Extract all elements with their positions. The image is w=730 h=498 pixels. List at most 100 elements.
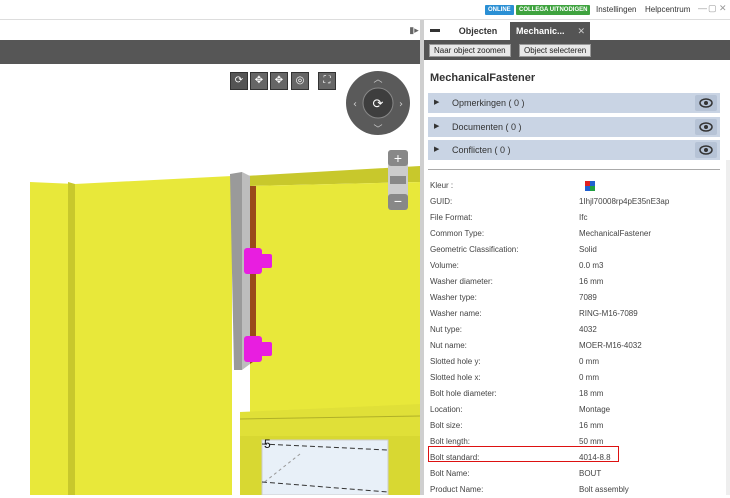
property-key: Geometric Classification: [430, 245, 519, 254]
expand-icon: ▶ [434, 123, 440, 130]
property-value: Montage [579, 405, 611, 414]
navigation-wheel[interactable]: ⟳ ︿ ﹀ ‹ › [345, 70, 411, 136]
properties-panel: ▬ Objecten Mechanic... ✕ Naar object zoom… [420, 20, 730, 495]
zoom-handle[interactable] [390, 176, 406, 184]
property-row: Slotted hole x: 0 mm [430, 370, 720, 386]
move-tool-icon[interactable]: ✥ [270, 72, 288, 90]
svg-text:⟳: ⟳ [373, 97, 384, 112]
zoom-slider[interactable]: + − [388, 150, 408, 210]
property-value: 1Ihjl70008rp4pE35nE3ap [579, 197, 670, 206]
property-row: Common Type: MechanicalFastener [430, 226, 720, 242]
panel-title: MechanicalFastener [430, 72, 536, 84]
eye-icon[interactable] [695, 119, 717, 135]
color-swatch-icon[interactable] [585, 181, 595, 191]
property-value: BOUT [579, 469, 602, 478]
property-value: MechanicalFastener [579, 229, 652, 238]
property-row: GUID: 1Ihjl70008rp4pE35nE3ap [430, 194, 720, 210]
section-conflicten[interactable]: ▶ Conflicten ( 0 ) [428, 140, 720, 160]
property-key: Slotted hole x: [430, 373, 481, 382]
property-value: Solid [579, 245, 597, 254]
tab-mechanical-fastener[interactable]: Mechanic... ✕ [510, 22, 590, 40]
property-key: Kleur : [430, 181, 454, 190]
fullscreen-icon[interactable]: ⛶ [318, 72, 336, 90]
property-row: Bolt size: 16 mm [430, 418, 720, 434]
property-row: Geometric Classification: Solid [430, 242, 720, 258]
property-row: Washer type: 7089 [430, 290, 720, 306]
restore-icon[interactable]: ▢ [708, 3, 717, 14]
property-key: GUID: [430, 197, 453, 206]
property-key: Nut type: [430, 325, 463, 334]
property-value: Ifc [579, 213, 588, 222]
scrollbar[interactable] [726, 160, 730, 495]
property-value: RING-M16-7089 [579, 309, 638, 318]
property-key: Nut name: [430, 341, 467, 350]
settings-link[interactable]: Instellingen [596, 5, 636, 14]
monitor-icon[interactable]: ▬ [430, 24, 440, 35]
zoom-to-object-button[interactable]: Naar object zoomen [429, 44, 511, 57]
look-tool-icon[interactable]: ◎ [291, 72, 309, 90]
bolt-standard-highlight [428, 446, 619, 462]
divider [428, 169, 720, 170]
eye-icon[interactable] [695, 95, 717, 111]
property-row: Nut name: MOER-M16-4032 [430, 338, 720, 354]
property-key: Bolt Name: [430, 469, 470, 478]
panel-toolbar: Naar object zoomen Object selecteren [424, 40, 730, 60]
expand-icon: ▶ [434, 146, 440, 153]
property-row: Location: Montage [430, 402, 720, 418]
grid-label: 5 [264, 437, 271, 451]
property-key: Bolt size: [430, 421, 463, 430]
property-key: Washer diameter: [430, 277, 493, 286]
invite-colleague-button[interactable]: COLLEGA UITNODIGEN [516, 5, 591, 15]
zoom-in-icon[interactable]: + [388, 150, 408, 166]
select-object-button[interactable]: Object selecteren [519, 44, 592, 57]
property-key: Location: [430, 405, 463, 414]
collapse-panel-icon[interactable]: ▮▸ [408, 20, 420, 40]
online-badge: ONLINE [485, 5, 514, 15]
property-value: 0 mm [579, 357, 599, 366]
left-column-web [75, 176, 232, 495]
property-value: 16 mm [579, 421, 604, 430]
property-key: Common Type: [430, 229, 485, 238]
top-bar: ONLINE COLLEGA UITNODIGEN Instellingen H… [0, 0, 730, 20]
close-tab-icon[interactable]: ✕ [577, 22, 585, 40]
svg-text:︿: ︿ [373, 75, 382, 85]
property-row: Washer diameter: 16 mm [430, 274, 720, 290]
minimize-icon[interactable]: — [698, 3, 707, 13]
property-row: Nut type: 4032 [430, 322, 720, 338]
3d-viewport[interactable]: 5 ⟳ ✥ ✥ ◎ ⛶ ⟳ ︿ ﹀ ‹ › + − [0, 64, 420, 495]
eye-icon[interactable] [695, 142, 717, 158]
section-documenten[interactable]: ▶ Documenten ( 0 ) [428, 117, 720, 137]
svg-text:﹀: ﹀ [373, 124, 382, 135]
property-key: File Format: [430, 213, 473, 222]
property-key: Bolt hole diameter: [430, 389, 497, 398]
property-value: 0 mm [579, 373, 599, 382]
property-row: Washer name: RING-M16-7089 [430, 306, 720, 322]
zoom-out-icon[interactable]: − [388, 194, 408, 210]
close-icon[interactable]: ✕ [719, 3, 727, 14]
property-value: 18 mm [579, 389, 604, 398]
property-key: Washer type: [430, 293, 477, 302]
section-opmerkingen[interactable]: ▶ Opmerkingen ( 0 ) [428, 93, 720, 113]
property-key: Slotted hole y: [430, 357, 481, 366]
help-link[interactable]: Helpcentrum [645, 5, 690, 14]
property-value: 4032 [579, 325, 597, 334]
property-row: Product Name: Bolt assembly [430, 482, 720, 498]
property-value: 0.0 m3 [579, 261, 604, 270]
property-value: MOER-M16-4032 [579, 341, 642, 350]
svg-text:‹: ‹ [353, 99, 357, 110]
pan-tool-icon[interactable]: ✥ [250, 72, 268, 90]
property-row: Volume: 0.0 m3 [430, 258, 720, 274]
property-key: Volume: [430, 261, 459, 270]
panel-tabs: ▬ Objecten Mechanic... ✕ [424, 20, 730, 40]
property-row: Slotted hole y: 0 mm [430, 354, 720, 370]
property-value: 16 mm [579, 277, 604, 286]
property-row: Bolt hole diameter: 18 mm [430, 386, 720, 402]
tab-objecten[interactable]: Objecten [452, 22, 504, 40]
viewer-toolbar [0, 40, 420, 64]
right-column [250, 182, 420, 424]
property-value: Bolt assembly [579, 485, 629, 494]
property-row: Kleur : [430, 178, 720, 194]
property-key: Product Name: [430, 485, 484, 494]
property-row: Bolt Name: BOUT [430, 466, 720, 482]
orbit-tool-icon[interactable]: ⟳ [230, 72, 248, 90]
